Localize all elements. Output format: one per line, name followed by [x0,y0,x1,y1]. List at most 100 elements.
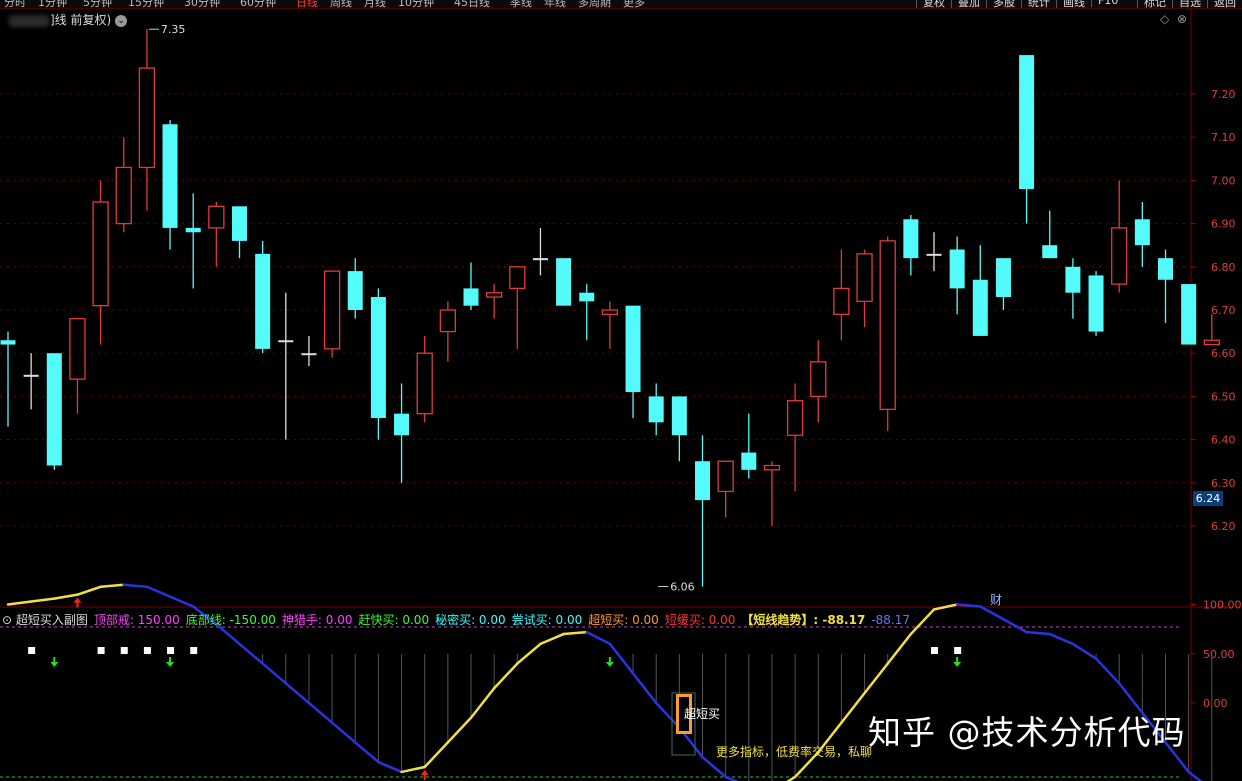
price-annotation: 6.06 [670,580,695,593]
candle-body-down [278,340,294,343]
candle-body-down [255,253,271,349]
candle-body-up [416,352,433,415]
candle-body-up [92,201,109,307]
candle-body-down [625,305,641,393]
sub-y-tick-label: 0.00 [1203,697,1228,710]
candle-body-down [301,353,317,356]
candle-body-up [717,460,734,493]
candle-body-down [347,271,363,310]
trend-segment [516,642,542,665]
y-tick-label: 6.80 [1211,261,1236,274]
candle-body-down [1065,266,1081,293]
candle-body-up [208,205,225,229]
candle-body-up [69,317,86,380]
legend-item: 神猎手: 0.00 [281,613,353,627]
trend-segment [585,630,612,646]
trend-segment [145,585,172,598]
trend-segment [354,741,380,764]
candle-body-down [1134,219,1150,246]
trend-segment [238,642,264,665]
candle-body-down [162,124,178,228]
trend-segment [492,662,519,690]
signal-label: 超短买 [684,706,720,721]
buy-arrow-icon [73,597,82,608]
promo-text: 更多指标，低费率交易，私聊 [716,744,872,759]
legend-item: 赶快买: 0.00 [358,613,430,627]
trend-segment [979,605,1005,621]
sub-chart-title: ⊙ 超短买入副图 [2,613,88,627]
candle-body-down [46,353,62,466]
y-tick-label: 6.40 [1211,434,1236,447]
sub-chart-header: ⊙ 超短买入副图 顶部戒: 150.00 底部线: -150.00 神猎手: 0.00… [2,611,916,628]
candle-body-up [763,464,781,471]
candle-body-down [1019,55,1035,190]
candle-body-down [532,258,548,261]
legend-item: 秘密买: 0.00 [435,613,506,627]
sell-arrow-icon [166,657,175,667]
top-block [28,647,36,654]
candle-body-up [485,292,503,298]
trend-segment [99,583,125,589]
candle-body-down [23,374,39,377]
candle-body-down [695,461,710,501]
top-block [120,647,128,654]
finance-marker: 财 [990,593,1002,607]
candle-body-up [833,287,850,315]
legend-item: 短缓买: 0.00 [664,613,736,627]
candle-body-down [1181,284,1197,345]
sell-arrow-icon [953,657,962,667]
trend-segment [701,755,727,779]
candle-body-down [995,258,1011,298]
trend-segment [29,597,56,603]
trend-segment [6,600,33,606]
y-tick-label: 7.00 [1211,174,1236,187]
legend-item: 底部线: -150.00 [185,613,276,627]
candle-body-up [115,166,132,225]
candle-body-down [741,452,757,470]
y-tick-label: 7.20 [1211,88,1236,101]
candle-body-down [671,396,687,436]
candle-body-up [439,309,457,333]
candle-body-up [509,266,526,290]
top-block [167,647,175,654]
candle-body-up [786,400,804,436]
buy-arrow-icon [420,770,429,781]
candle-body-up [879,240,896,411]
candle-body-down [926,253,942,256]
trend-segment [377,760,403,774]
trend-segment [955,603,982,608]
trend-segment [1094,657,1121,685]
trend-segment [423,741,450,769]
sub-y-tick-label: 50.00 [1203,648,1235,661]
trend-segment [631,672,658,705]
candle-body-up [1111,227,1128,285]
trend-segment [863,662,889,695]
trend-legend: 【短线趋势】: -88.17 [741,613,866,627]
trend-segment [53,593,79,600]
sell-arrow-icon [605,657,614,667]
sell-arrow-icon [50,657,59,667]
trend-segment [840,691,866,724]
top-block [97,647,105,654]
candle-body-down [394,413,410,436]
trend-segment [608,642,635,675]
candle-body-down [370,297,386,418]
candle-body-up [856,253,873,303]
top-block [143,647,151,654]
trend-segment [1048,632,1075,646]
candle-body-up [323,270,341,350]
candle-body-up [1203,339,1220,346]
trend-segment [261,662,288,685]
trend-segment [307,701,334,724]
trend-segment [1187,770,1203,781]
y-tick-label: 6.30 [1211,477,1236,490]
trend-segment [122,583,149,589]
candle-body-down [185,227,201,233]
top-block [190,647,198,654]
candle-body-down [1042,245,1058,259]
trend-segment [284,682,311,705]
y-tick-label: 6.50 [1211,390,1236,403]
candle-body-down [579,292,595,302]
y-tick-label: 7.10 [1211,131,1236,144]
trend-segment [886,632,913,665]
